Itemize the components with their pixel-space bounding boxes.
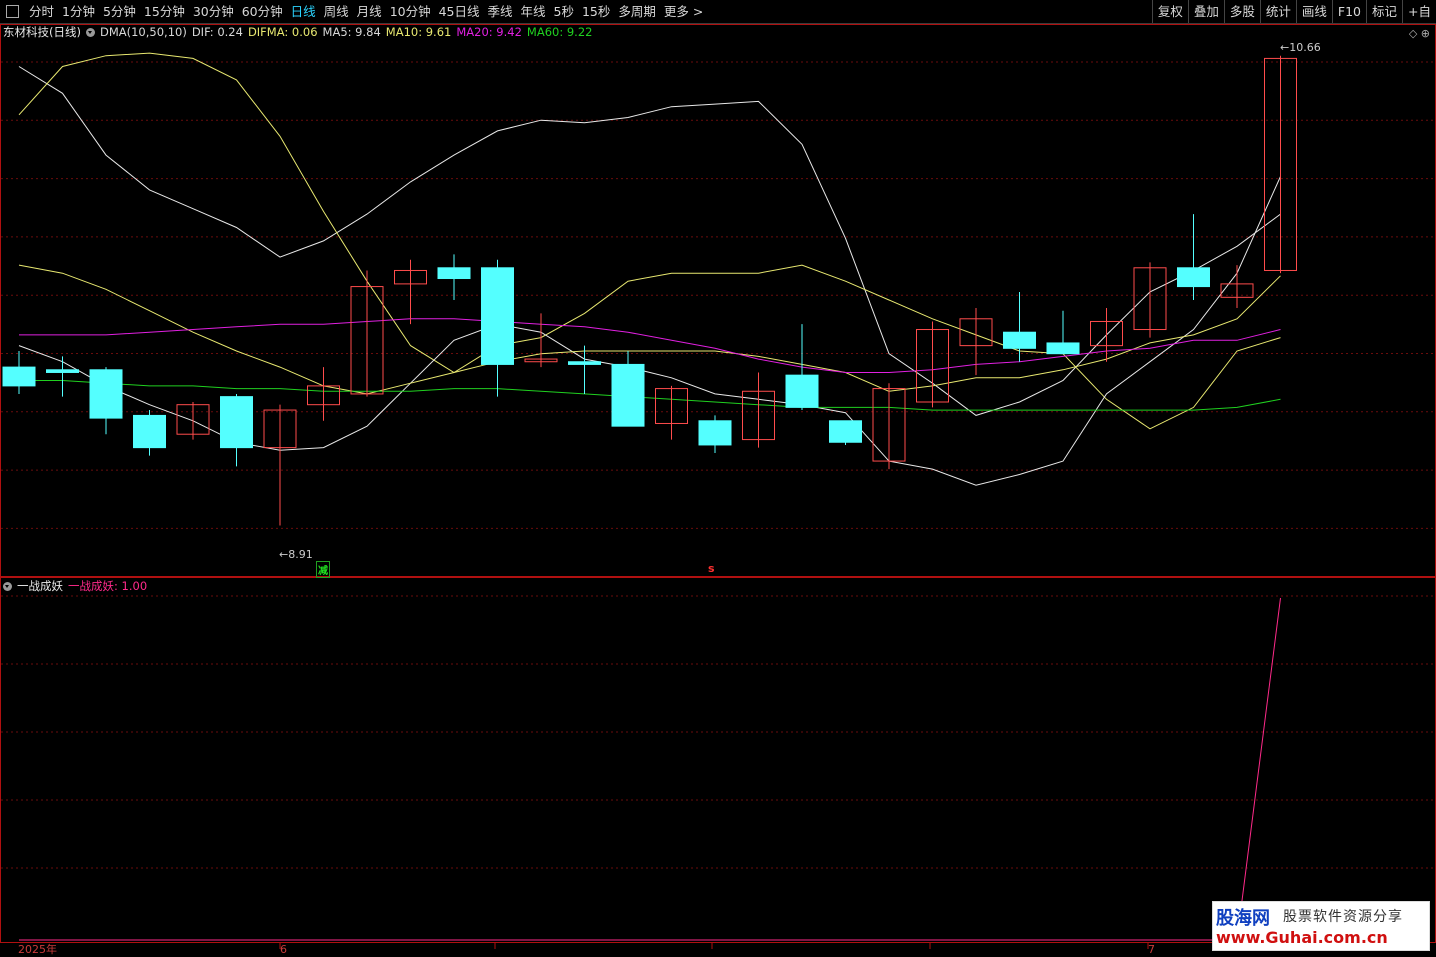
watermark-slogan: 股票软件资源分享 [1283,909,1403,925]
watermark-brand: 股海网 [1216,908,1270,929]
main-info-bar: 东材科技 (日线) DMA(10,50,10) DIF: 0.24 DIFMA: 0… [3,24,592,40]
sub-info-bar: 一战成妖 一战成妖: 1.00 [3,578,147,594]
candle-down [698,420,732,446]
time-label-month-6: 6 [280,943,287,956]
time-label-year: 2025年 [18,943,57,956]
indicator-value: MA20: 9.42 [456,25,522,39]
candle-down [220,396,253,449]
collapse-icon[interactable] [85,27,95,37]
indicator-value: DMA(10,50,10) [99,25,187,39]
site-watermark: 股海网 股票软件资源分享 www.Guhai.com.cn [1212,901,1430,951]
candle-down [1177,267,1210,288]
collapse-icon[interactable] [3,581,12,591]
candle-down [611,363,645,427]
candle-down [2,366,36,387]
watermark-url: www.Guhai.com.cn [1216,928,1388,947]
candle-down [89,369,123,419]
candle-down [481,267,514,365]
candle-down [46,369,79,373]
series-line-ma60 [19,380,1281,411]
signal-green-badge: 减 [316,561,330,578]
period-tag: (日线) [49,25,81,39]
indicator-value: DIFMA: 0.06 [247,25,318,39]
low-price-label: ←8.91 [279,548,313,561]
series-line-difma [18,264,1281,395]
candle-down [785,374,819,408]
candle-down [437,267,471,280]
sub-indicator-name[interactable]: 一战成妖 [17,578,63,594]
indicator-value: MA5: 9.84 [322,25,381,39]
indicator-value: DIF: 0.24 [191,25,243,39]
candle-down [133,414,166,449]
candle-down [1046,342,1080,355]
kline-chart[interactable] [0,0,1436,957]
high-price-label: ←10.66 [1280,41,1321,54]
indicator-value: MA60: 9.22 [526,25,593,39]
sub-indicator-line [19,597,1281,941]
candle-down [568,361,601,365]
time-label-month-7: 7 [1148,943,1155,956]
stock-name[interactable]: 东材科技 [3,24,49,40]
candle-down [1003,331,1036,349]
indicator-value: MA10: 9.61 [385,25,452,39]
indicator-values: DMA(10,50,10) DIF: 0.24 DIFMA: 0.06 MA5: 9.… [100,24,592,40]
series-line-dif [18,176,1281,486]
candle-down [829,420,862,443]
sub-indicator-value: 一战成妖: 1.00 [68,579,148,593]
panel-controls[interactable]: ◇ ⊕ [1409,27,1430,40]
signal-red-mark: s [708,562,715,575]
